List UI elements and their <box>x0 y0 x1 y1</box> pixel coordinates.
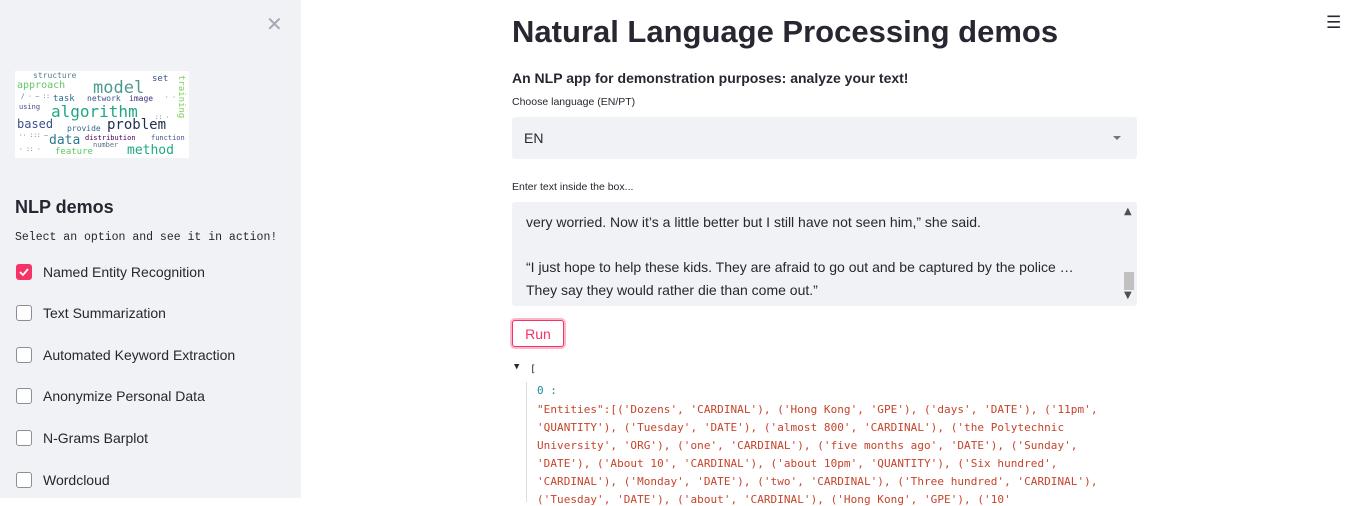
json-indent-line <box>526 382 527 502</box>
checkbox-icon[interactable] <box>16 388 32 404</box>
close-icon[interactable]: ✕ <box>266 12 283 36</box>
json-line: ('Tuesday', 'DATE'), ('about', 'CARDINAL… <box>537 493 1011 506</box>
text-line: “I just hope to help these kids. They ar… <box>526 259 1074 275</box>
wc-word: feature <box>55 147 93 157</box>
option-label: Named Entity Recognition <box>43 264 205 280</box>
wc-word: approach <box>17 80 65 91</box>
collapse-triangle-icon[interactable]: ▼ <box>514 362 519 372</box>
option-wordcloud[interactable]: Wordcloud <box>16 470 110 490</box>
checkbox-checked-icon[interactable] <box>16 264 32 280</box>
wc-word: set <box>152 74 168 84</box>
sidebar-subtitle: Select an option and see it in action! <box>15 231 278 244</box>
checkbox-icon[interactable] <box>16 347 32 363</box>
wordcloud-svg: structure model set approach task networ… <box>17 71 186 158</box>
json-line: University', 'ORG'), ('one', 'CARDINAL')… <box>537 439 1078 452</box>
option-keyword-extraction[interactable]: Automated Keyword Extraction <box>16 345 235 365</box>
checkbox-icon[interactable] <box>16 430 32 446</box>
option-label: Text Summarization <box>43 305 166 321</box>
wc-filler: / · — :: · <box>21 93 57 100</box>
checkbox-icon[interactable] <box>16 305 32 321</box>
wc-filler: :: · <box>155 114 169 121</box>
run-button[interactable]: Run <box>512 320 564 347</box>
wc-word: structure <box>33 71 77 80</box>
language-label: Choose language (EN/PT) <box>512 96 636 108</box>
wc-word: number <box>93 141 118 149</box>
json-open-bracket: [ <box>530 364 537 375</box>
text-input-area[interactable]: very worried. Now it’s a little better b… <box>512 202 1137 306</box>
scrollbar-thumb[interactable] <box>1124 272 1134 290</box>
option-named-entity-recognition[interactable]: Named Entity Recognition <box>16 262 205 282</box>
json-line: 'DATE'), ('About 10', 'CARDINAL'), ('abo… <box>537 457 1058 470</box>
option-label: Automated Keyword Extraction <box>43 347 236 363</box>
text-line: They say they would rather die than come… <box>526 282 818 298</box>
wc-filler: · :: · <box>19 146 41 153</box>
checkbox-icon[interactable] <box>16 472 32 488</box>
scroll-up-icon[interactable]: ▲ <box>1124 206 1132 217</box>
sidebar-title: NLP demos <box>15 197 114 217</box>
wordcloud-image: structure model set approach task networ… <box>15 71 189 158</box>
wc-word: based <box>17 117 53 131</box>
option-anonymize-data[interactable]: Anonymize Personal Data <box>16 386 205 406</box>
sidebar: ✕ structure model set approach task netw… <box>0 0 301 498</box>
wc-word: method <box>127 143 174 158</box>
option-label: N-Grams Barplot <box>43 430 149 446</box>
option-label: Wordcloud <box>43 472 110 488</box>
wc-word: using <box>19 103 40 111</box>
textarea-scrollbar[interactable]: ▲ ▼ <box>1120 202 1137 306</box>
option-label: Anonymize Personal Data <box>43 388 205 404</box>
json-line: 'CARDINAL'), ('Monday', 'DATE'), ('two',… <box>537 475 1098 488</box>
page-title: Natural Language Processing demos <box>512 14 1059 49</box>
wc-word: provide <box>67 124 101 133</box>
language-select-value: EN <box>524 130 544 146</box>
json-line: "Entities":[('Dozens', 'CARDINAL'), ('Ho… <box>537 403 1098 416</box>
option-text-summarization[interactable]: Text Summarization <box>16 303 166 323</box>
page-subtitle: An NLP app for demonstration purposes: a… <box>512 70 909 86</box>
text-input-label: Enter text inside the box... <box>512 181 634 193</box>
option-ngrams-barplot[interactable]: N-Grams Barplot <box>16 428 148 448</box>
hamburger-menu-icon[interactable]: ☰ <box>1326 13 1341 33</box>
wc-word: training <box>176 75 186 118</box>
json-line: 'QUANTITY'), ('Tuesday', 'DATE'), ('almo… <box>537 421 1065 434</box>
language-select[interactable]: EN <box>512 117 1137 159</box>
chevron-down-icon <box>1113 136 1121 140</box>
text-line: very worried. Now it’s a little better b… <box>526 214 981 230</box>
wc-filler: ·· ::: — <box>19 132 48 139</box>
wc-word: data <box>49 133 80 148</box>
wc-filler: · · <box>165 94 176 101</box>
scroll-down-icon[interactable]: ▼ <box>1124 290 1132 301</box>
wc-word: function <box>151 134 185 142</box>
json-index-key: 0 : <box>537 384 557 397</box>
